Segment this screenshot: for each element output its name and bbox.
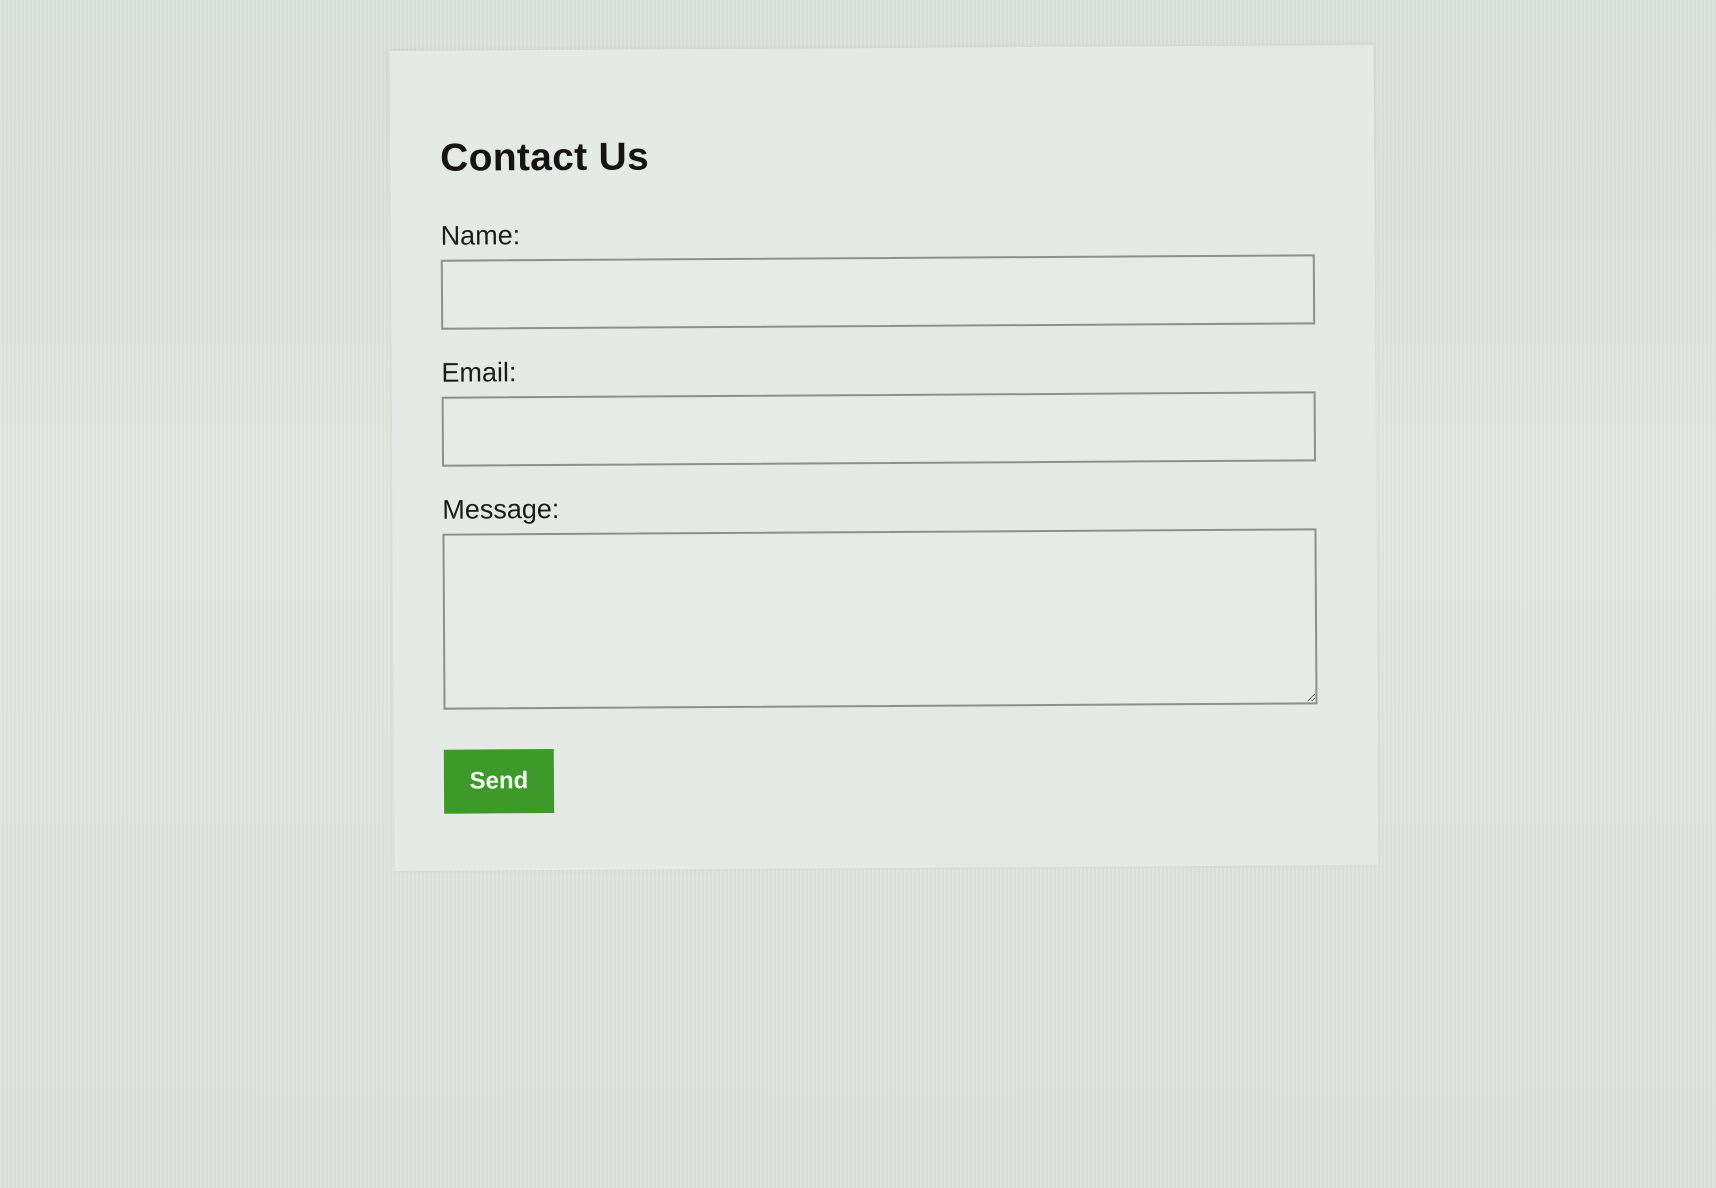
contact-form-card: Contact Us Name: Email: Message: Send bbox=[389, 45, 1379, 871]
message-textarea[interactable] bbox=[442, 528, 1318, 710]
send-button[interactable]: Send bbox=[443, 749, 555, 814]
name-input[interactable] bbox=[440, 254, 1316, 330]
email-input[interactable] bbox=[441, 391, 1317, 467]
form-title: Contact Us bbox=[440, 135, 650, 180]
message-label: Message: bbox=[442, 493, 560, 525]
email-label: Email: bbox=[441, 357, 517, 388]
name-label: Name: bbox=[440, 220, 521, 251]
